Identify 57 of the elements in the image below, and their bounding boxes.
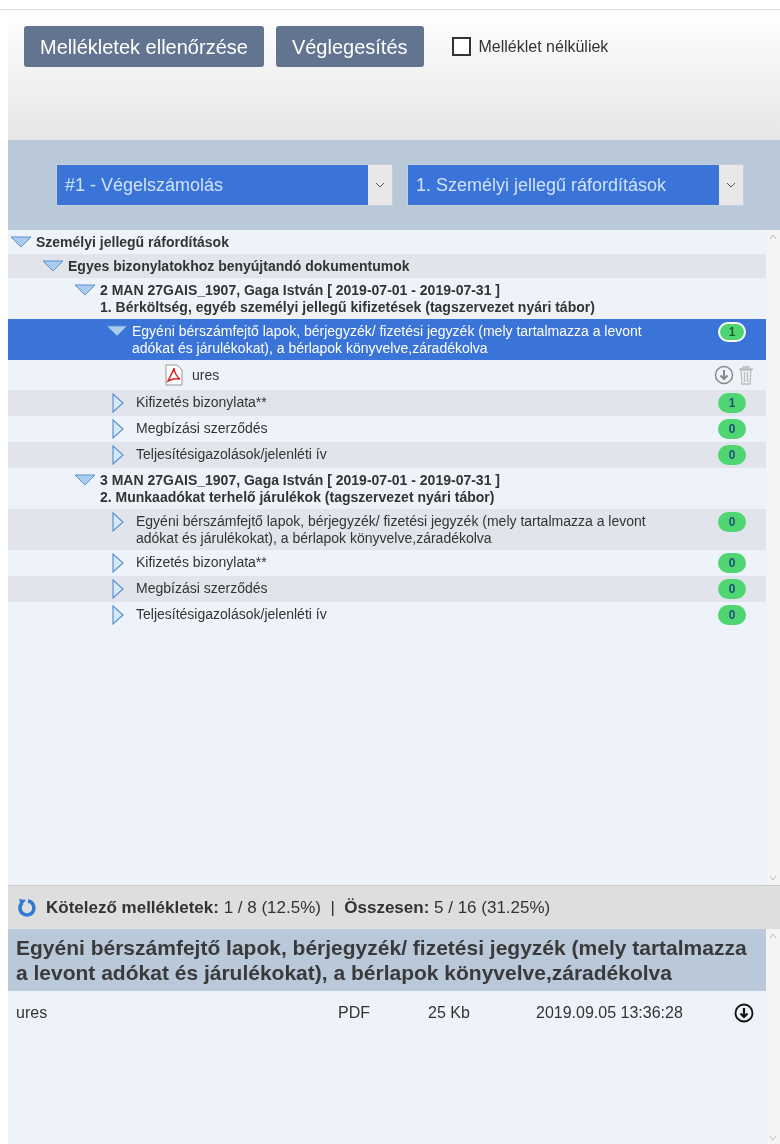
action-button[interactable]: Mellékletek ellenőrzése [24, 26, 264, 67]
count-badge: 0 [718, 579, 746, 599]
file-size: 25 Kb [428, 1003, 471, 1023]
checkbox-label[interactable]: Melléklet nélküliek [478, 34, 609, 59]
document-label[interactable]: Egyéni bérszámfejtő lapok, bérjegyzék/ fizetési jegyzék (mely tartalmazza a levont adókat és járulékokat), a bérlapok könyvelve,záradékolva [132, 323, 678, 357]
checkbox[interactable] [451, 37, 471, 56]
expand-arrow-icon[interactable] [74, 284, 96, 296]
tree-node-label[interactable]: Személyi jellegű ráfordítások [36, 234, 746, 251]
document-label[interactable]: Kifizetés bizonylata** [136, 554, 678, 571]
collapse-arrow-icon[interactable] [112, 393, 124, 413]
summary-text: Kötelező mellékletek: 1 / 8 (12.5%) | Összesen: 5 / 16 (31.25%) [46, 896, 551, 919]
scrollbar[interactable] [766, 230, 780, 885]
scroll-down-icon[interactable] [769, 875, 777, 881]
expand-arrow-icon[interactable] [42, 260, 64, 272]
chevron-down-icon[interactable] [726, 182, 736, 188]
trash-icon[interactable] [738, 365, 754, 385]
chevron-down-icon[interactable] [375, 182, 385, 188]
count-badge: 0 [718, 512, 746, 532]
count-badge: 0 [718, 445, 746, 465]
count-badge: 0 [718, 553, 746, 573]
document-label[interactable]: Megbízási szerződés [136, 420, 678, 437]
document-label[interactable]: Kifizetés bizonylata** [136, 394, 678, 411]
pdf-file-icon [164, 364, 184, 386]
scroll-up-icon[interactable] [769, 234, 777, 240]
file-type: PDF [338, 1003, 371, 1023]
collapse-arrow-icon[interactable] [112, 512, 124, 532]
collapse-arrow-icon[interactable] [112, 605, 124, 625]
file-name[interactable]: ures [192, 364, 220, 386]
document-label[interactable]: Megbízási szerződés [136, 580, 678, 597]
expand-arrow-icon[interactable] [74, 474, 96, 486]
collapse-arrow-icon[interactable] [112, 553, 124, 573]
collapse-arrow-icon[interactable] [112, 419, 124, 439]
scrollbar[interactable] [766, 929, 780, 1144]
tree-node-sublabel: 1. Bérköltség, egyéb személyi jellegű kifizetések (tagszervezet nyári tábor) [100, 299, 596, 316]
document-label[interactable]: Teljesítésigazolások/jelenléti ív [136, 606, 678, 623]
collapse-arrow-icon[interactable] [112, 445, 124, 465]
expand-arrow-icon[interactable] [106, 325, 128, 337]
count-badge: 0 [718, 605, 746, 625]
expand-arrow-icon[interactable] [10, 236, 32, 248]
refresh-icon[interactable] [16, 896, 38, 919]
count-badge: 0 [718, 419, 746, 439]
count-badge: 1 [718, 322, 746, 342]
document-label[interactable]: Teljesítésigazolások/jelenléti ív [136, 446, 678, 463]
tree-node-label[interactable]: 3 MAN 27GAIS_1907, Gaga István [ 2019-07-01 - 2019-07-31 ] [100, 472, 746, 489]
tree-node-sublabel: 2. Munkaadókat terhelő járulékok (tagszervezet nyári tábor) [100, 489, 496, 506]
tree-node-label[interactable]: 2 MAN 27GAIS_1907, Gaga István [ 2019-07-01 - 2019-07-31 ] [100, 282, 746, 299]
scroll-down-icon[interactable] [769, 1135, 777, 1141]
document-label[interactable]: Egyéni bérszámfejtő lapok, bérjegyzék/ fizetési jegyzék (mely tartalmazza a levont adókat és járulékokat), a bérlapok könyvelve,záradékolva [136, 513, 678, 547]
count-badge: 1 [718, 393, 746, 413]
detail-title: Egyéni bérszámfejtő lapok, bérjegyzék/ fizetési jegyzék (mely tartalmazza a levont adókat és járulékokat), a bérlapok könyvelve,záradékolva [8, 929, 766, 991]
collapse-arrow-icon[interactable] [112, 579, 124, 599]
file-name[interactable]: ures [16, 1001, 338, 1025]
scroll-up-icon[interactable] [769, 933, 777, 939]
action-button[interactable]: Véglegesítés [275, 26, 424, 67]
download-icon[interactable] [734, 1003, 754, 1023]
selected-tree-row[interactable]: Egyéni bérszámfejtő lapok, bérjegyzék/ fizetési jegyzék (mely tartalmazza a levont adókat és járulékokat), a bérlapok könyvelve,záradékolva 1 [8, 319, 766, 360]
file-date: 2019.09.05 13:36:28 [536, 1003, 684, 1023]
